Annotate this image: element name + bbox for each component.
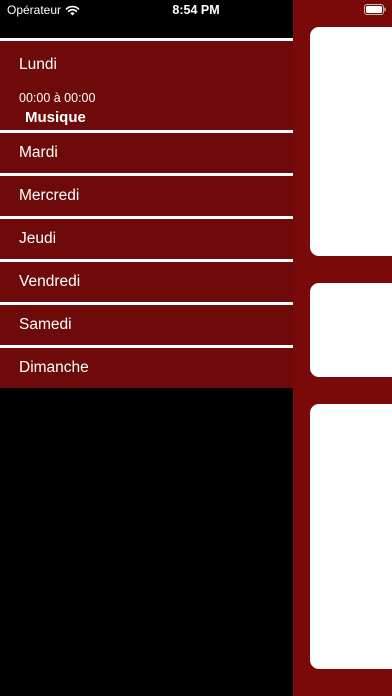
day-label: Lundi	[19, 56, 57, 73]
side-menu: Lundi 00:00 à 00:00 Musique Mardi Mercre…	[0, 38, 293, 388]
schedule-time: 00:00 à 00:00	[19, 91, 96, 105]
day-label: Mardi	[19, 144, 58, 161]
content-card[interactable]	[310, 404, 392, 669]
day-row-dimanche[interactable]: Dimanche	[0, 348, 293, 388]
day-label: Samedi	[19, 316, 72, 333]
day-row-mercredi[interactable]: Mercredi	[0, 176, 293, 216]
day-row-mardi[interactable]: Mardi	[0, 133, 293, 173]
day-label: Jeudi	[19, 230, 57, 247]
battery-icon	[364, 4, 386, 15]
day-label: Mercredi	[19, 187, 80, 204]
day-row-vendredi[interactable]: Vendredi	[0, 262, 293, 302]
day-row-samedi[interactable]: Samedi	[0, 305, 293, 345]
status-bar: Opérateur 8:54 PM	[0, 0, 392, 24]
content-card[interactable]	[310, 27, 392, 256]
content-card[interactable]	[310, 283, 392, 377]
day-row-lundi[interactable]: Lundi 00:00 à 00:00 Musique	[0, 41, 293, 130]
main-content-panel	[293, 0, 392, 696]
status-time: 8:54 PM	[172, 3, 220, 17]
day-label: Vendredi	[19, 273, 81, 290]
day-row-jeudi[interactable]: Jeudi	[0, 219, 293, 259]
schedule-title: Musique	[25, 109, 86, 126]
day-label: Dimanche	[19, 359, 89, 376]
